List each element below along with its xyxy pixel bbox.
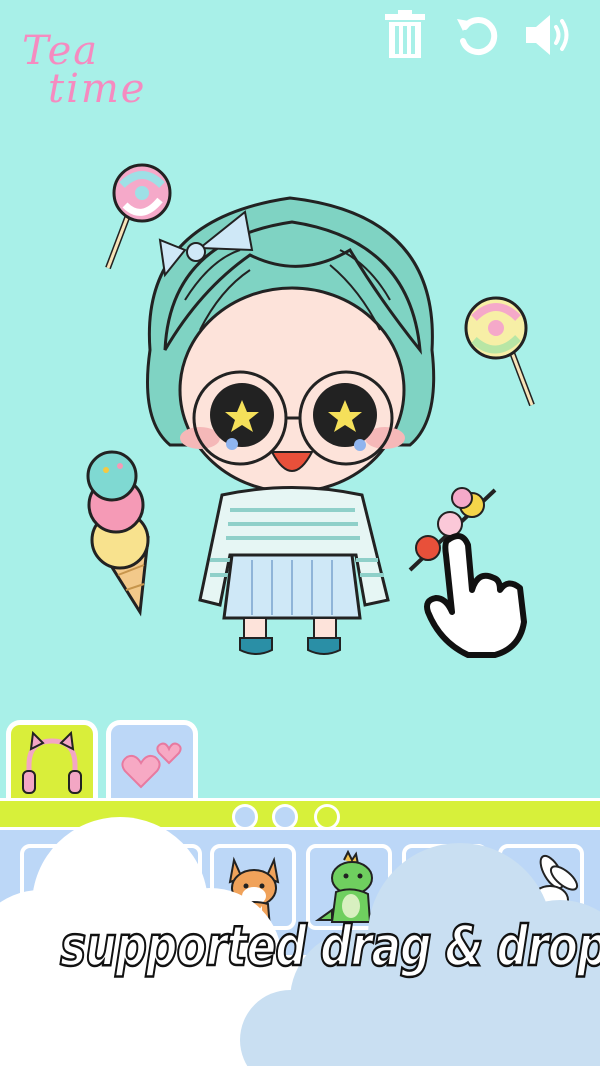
lollipop-icon[interactable]	[464, 296, 535, 407]
trash-icon[interactable]	[380, 10, 430, 60]
app-logo: Tea time	[22, 31, 147, 112]
chibi-character[interactable]	[146, 196, 436, 655]
logo-line-2: time	[48, 66, 147, 112]
pager-dot[interactable]	[232, 804, 258, 830]
top-toolbar	[380, 10, 574, 60]
speaker-icon[interactable]	[524, 10, 574, 60]
pager-strip	[0, 798, 600, 830]
tab-stickers[interactable]	[106, 720, 198, 802]
hearts-icon	[121, 742, 182, 789]
pager-dot-active[interactable]	[314, 804, 340, 830]
pointing-hand-icon	[424, 533, 527, 658]
lollipop-icon[interactable]	[105, 163, 172, 270]
drag-drop-caption: supported drag & drop!	[59, 914, 600, 980]
cat-ear-headphones-icon	[22, 730, 82, 794]
tab-accessories[interactable]	[6, 720, 98, 802]
ice-cream-icon[interactable]	[86, 450, 150, 617]
undo-icon[interactable]	[452, 10, 502, 60]
pager-dot[interactable]	[272, 804, 298, 830]
dressup-scene	[86, 163, 535, 658]
